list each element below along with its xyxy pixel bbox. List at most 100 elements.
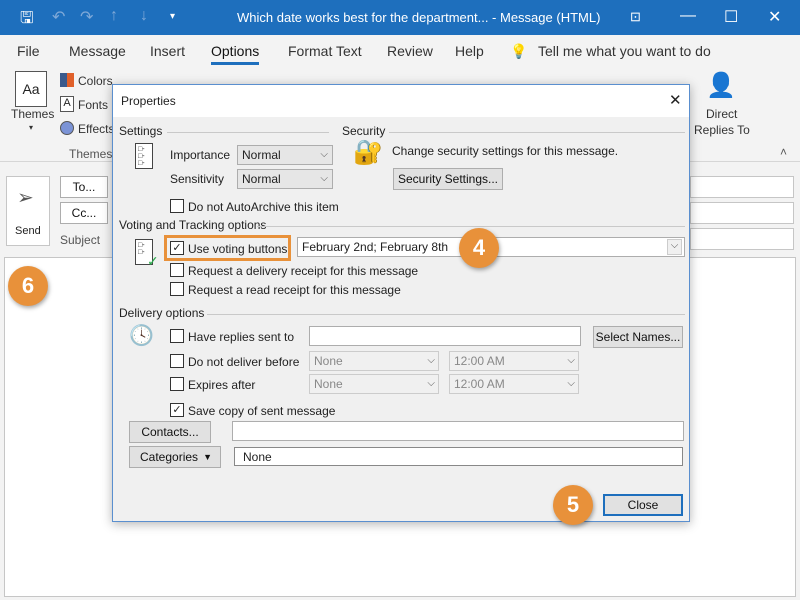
use-voting-label: Use voting buttons [188,242,288,256]
categories-field[interactable]: None [234,447,683,466]
effects-button[interactable]: Effects [78,122,114,136]
not-before-checkbox[interactable] [170,354,184,368]
voting-options-value: February 2nd; February 8th [302,240,449,254]
cc-field[interactable] [690,202,794,224]
undo-icon[interactable]: ↶ [52,7,65,27]
themes-button[interactable]: Themes [11,107,54,121]
sensitivity-label: Sensitivity [170,172,225,186]
chevron-down-icon[interactable]: ⌵ [667,239,682,255]
importance-label: Importance [170,148,231,162]
send-button[interactable]: ➢ Send [6,176,50,246]
cc-button[interactable]: Cc... [60,202,108,224]
save-copy-checkbox[interactable]: ✓ [170,403,184,417]
callout-step-4: 4 [459,228,499,268]
lock-key-icon: 🔐 [353,139,383,166]
tab-format-text[interactable]: Format Text [288,43,362,59]
ribbon-tabs: File Message Insert Options Format Text … [0,35,800,65]
sensitivity-select[interactable]: Normal ⌵ [237,169,333,189]
autoarchive-label: Do not AutoArchive this item [188,200,339,214]
direct-replies-button[interactable]: Direct [706,107,737,121]
expires-checkbox[interactable] [170,377,184,391]
customize-qat-icon[interactable]: ▾ [170,11,175,22]
tab-file[interactable]: File [17,43,40,59]
properties-dialog: Properties ✕ Settings □- □- □- Importance … [112,84,690,525]
security-settings-button[interactable]: Security Settings... [393,168,503,190]
replies-to-field[interactable] [309,326,581,346]
tab-help[interactable]: Help [455,43,484,59]
close-button[interactable]: Close [603,494,683,516]
themes-dropdown-icon[interactable]: ▾ [29,123,33,132]
not-before-time-value: 12:00 AM [454,354,505,368]
read-receipt-checkbox[interactable] [170,282,184,296]
fonts-icon: A [60,96,74,112]
send-icon: ➢ [17,187,34,209]
checkmark-icon: ✓ [147,253,159,269]
expires-time-value: 12:00 AM [454,377,505,391]
importance-value: Normal [242,148,281,162]
importance-select[interactable]: Normal ⌵ [237,145,333,165]
down-icon[interactable]: ↓ [140,7,148,25]
delivery-receipt-checkbox[interactable] [170,263,184,277]
read-receipt-label: Request a read receipt for this message [188,283,401,297]
collapse-ribbon-icon[interactable]: ˄ [780,145,787,159]
delivery-receipt-label: Request a delivery receipt for this mess… [188,264,419,278]
subject-label: Subject [60,233,101,247]
up-icon[interactable]: ↑ [110,7,118,25]
use-voting-checkbox[interactable]: ✓ [170,241,184,255]
callout-step-6: 6 [8,266,48,306]
not-before-date[interactable]: None ⌵ [309,351,439,371]
themes-icon: Aa [15,71,47,107]
expires-label: Expires after [188,378,256,392]
to-field[interactable] [690,176,794,198]
contacts-field[interactable] [232,421,684,441]
not-before-time[interactable]: 12:00 AM ⌵ [449,351,579,371]
autoarchive-checkbox[interactable] [170,199,184,213]
replies-to-checkbox[interactable] [170,329,184,343]
subject-field[interactable] [690,228,794,250]
to-button[interactable]: To... [60,176,108,198]
settings-list-icon: □- □- □- [135,143,153,169]
save-icon[interactable]: 🖫 [20,7,34,34]
expires-date[interactable]: None ⌵ [309,374,439,394]
chevron-down-icon: ⌵ [567,355,575,366]
dropdown-arrow-icon: ▼ [203,452,212,462]
select-names-button[interactable]: Select Names... [593,326,683,348]
replies-to-label: Have replies sent to [188,330,295,344]
dialog-close-icon[interactable]: ✕ [669,91,682,109]
colors-icon [60,73,74,87]
title-bar: 🖫 ↶ ↷ ↑ ↓ ▾ Which date works best for th… [0,0,800,35]
colors-button[interactable]: Colors [78,74,113,88]
settings-heading: Settings [119,124,163,138]
contacts-button[interactable]: Contacts... [129,421,211,443]
chevron-down-icon: ⌵ [427,378,435,389]
categories-value: None [243,450,272,464]
close-window-icon[interactable]: ✕ [768,7,781,27]
tell-me-search[interactable]: Tell me what you want to do [538,43,711,59]
save-copy-label: Save copy of sent message [188,404,336,418]
ribbon-display-icon[interactable]: ⊡ [630,9,641,25]
fonts-button[interactable]: Fonts [78,98,108,112]
dialog-title-bar: Properties ✕ [113,85,689,117]
effects-icon [60,121,74,135]
chevron-down-icon: ⌵ [320,149,328,160]
not-before-date-value: None [314,354,343,368]
chevron-down-icon: ⌵ [320,173,328,184]
tab-message[interactable]: Message [69,43,126,59]
delivery-heading: Delivery options [119,306,205,320]
minimize-icon[interactable]: — [680,7,696,25]
window-title: Which date works best for the department… [237,10,601,25]
tab-options[interactable]: Options [211,43,260,65]
categories-label: Categories [140,450,199,464]
redo-icon[interactable]: ↷ [80,7,93,27]
categories-button[interactable]: Categories ▼ [129,446,221,468]
maximize-icon[interactable]: ☐ [724,7,738,27]
security-heading: Security [342,124,386,138]
tab-review[interactable]: Review [387,43,433,59]
not-before-label: Do not deliver before [188,355,300,369]
tab-insert[interactable]: Insert [150,43,185,59]
lightbulb-icon: 💡 [510,43,528,59]
direct-replies-button-line2[interactable]: Replies To [694,123,750,137]
expires-time[interactable]: 12:00 AM ⌵ [449,374,579,394]
delivery-clock-icon: 🕓 [129,325,154,347]
group-label-themes: Themes [69,147,113,161]
